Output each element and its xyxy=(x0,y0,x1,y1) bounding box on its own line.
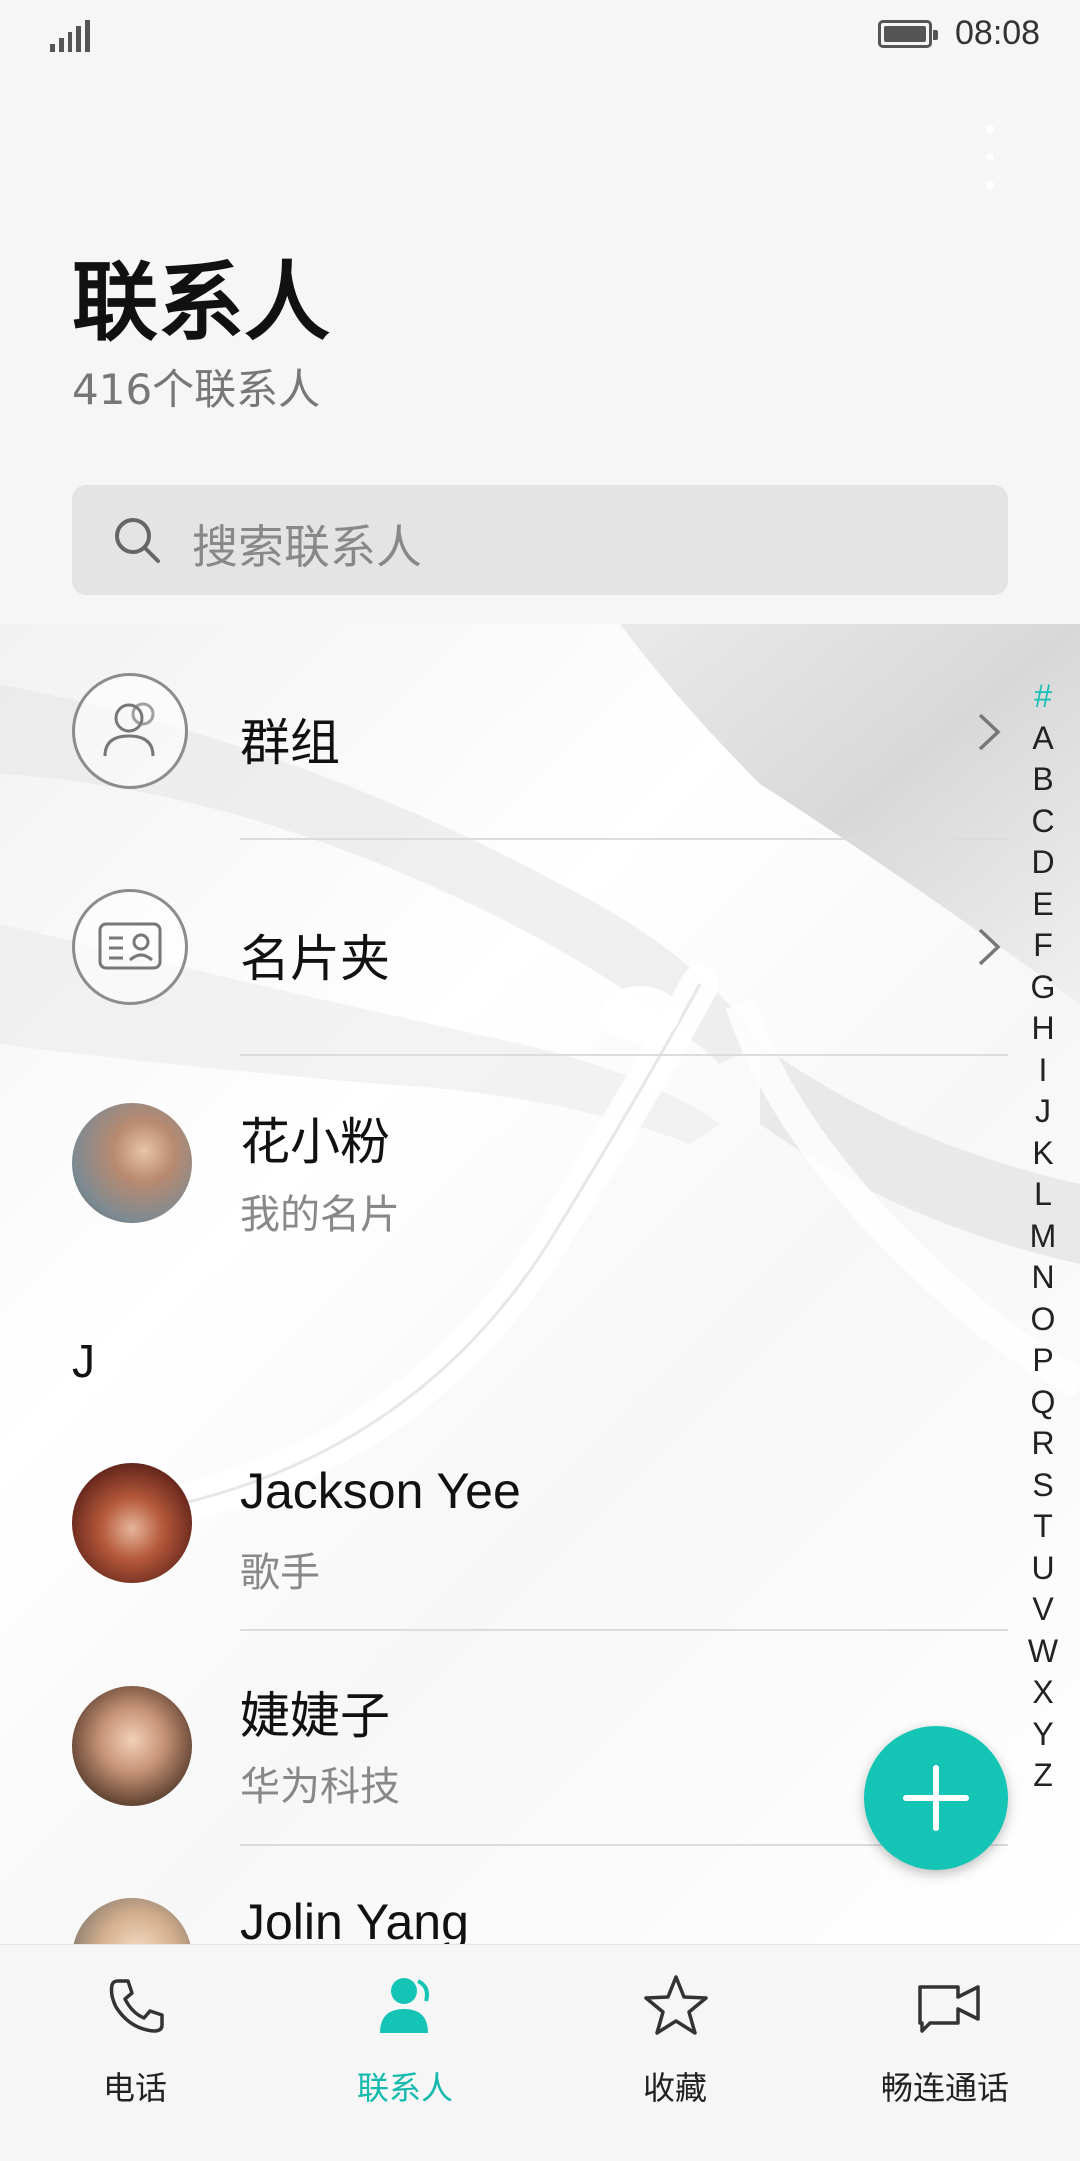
alphabet-index-letter[interactable]: D xyxy=(1031,842,1054,884)
alphabet-index-letter[interactable]: O xyxy=(1031,1299,1056,1341)
alphabet-index-letter[interactable]: A xyxy=(1032,718,1053,760)
battery-icon xyxy=(878,20,938,48)
alphabet-index-letter[interactable]: S xyxy=(1032,1465,1053,1507)
video-call-icon xyxy=(918,1985,980,2033)
signal-icon xyxy=(50,20,90,52)
my-card-label: 我的名片 xyxy=(240,1192,400,1238)
alphabet-index-letter[interactable]: H xyxy=(1031,1008,1054,1050)
alphabet-index-letter[interactable]: Z xyxy=(1033,1755,1053,1797)
alphabet-index-letter[interactable]: Q xyxy=(1031,1382,1056,1424)
groups-icon xyxy=(72,673,188,789)
star-icon xyxy=(644,1975,708,2035)
contact-subtitle: 华为科技 xyxy=(240,1764,400,1810)
avatar xyxy=(72,1103,192,1223)
alphabet-index-letter[interactable]: N xyxy=(1031,1257,1054,1299)
groups-label: 群组 xyxy=(240,714,340,772)
contact-name: 婕婕子 xyxy=(240,1687,390,1745)
contact-name: Jackson Yee xyxy=(240,1463,521,1519)
section-header-letter: J xyxy=(72,1335,95,1387)
contact-name: Jolin Yang xyxy=(240,1894,469,1950)
tab-video-call[interactable]: 畅连通话 xyxy=(810,1945,1080,2161)
contact-count: 416个联系人 xyxy=(72,365,321,414)
business-card-icon xyxy=(72,889,188,1005)
alphabet-index-letter[interactable]: C xyxy=(1031,801,1054,843)
add-contact-button[interactable] xyxy=(864,1726,1008,1870)
alphabet-index-letter[interactable]: G xyxy=(1031,967,1056,1009)
alphabet-index-letter[interactable]: J xyxy=(1035,1091,1051,1133)
alphabet-index-letter[interactable]: B xyxy=(1032,759,1053,801)
alphabet-index-letter[interactable]: P xyxy=(1032,1340,1053,1382)
alphabet-index-letter[interactable]: R xyxy=(1031,1423,1054,1465)
avatar xyxy=(72,1463,192,1583)
alphabet-index-letter[interactable]: I xyxy=(1039,1050,1048,1092)
chevron-right-icon xyxy=(978,928,1001,966)
alphabet-index-letter[interactable]: F xyxy=(1033,925,1053,967)
more-options-icon[interactable] xyxy=(982,125,998,189)
plus-icon xyxy=(903,1765,969,1831)
alphabet-index-letter[interactable]: K xyxy=(1032,1133,1053,1175)
chevron-right-icon xyxy=(978,713,1001,751)
page-title: 联系人 xyxy=(72,253,330,353)
alphabet-index-letter[interactable]: U xyxy=(1031,1548,1054,1590)
divider xyxy=(240,838,1008,840)
tab-favorites-label: 收藏 xyxy=(642,2069,707,2107)
alphabet-index-letter[interactable]: E xyxy=(1032,884,1053,926)
search-icon xyxy=(115,518,160,563)
status-time: 08:08 xyxy=(955,14,1041,52)
alphabet-index-letter[interactable]: T xyxy=(1033,1506,1053,1548)
tab-contacts-label: 联系人 xyxy=(356,2069,453,2107)
alphabet-index-letter[interactable]: # xyxy=(1034,676,1052,718)
alphabet-index-letter[interactable]: Y xyxy=(1032,1714,1053,1756)
alphabet-index-letter[interactable]: L xyxy=(1034,1174,1052,1216)
avatar xyxy=(72,1686,192,1806)
business-cards-label: 名片夹 xyxy=(240,930,390,988)
status-bar: 08:08 xyxy=(0,0,1080,72)
search-bar[interactable]: 搜索联系人 xyxy=(72,485,1008,595)
alphabet-index-letter[interactable]: M xyxy=(1030,1216,1057,1258)
my-name: 花小粉 xyxy=(240,1113,390,1171)
contacts-icon xyxy=(380,1978,429,2033)
alphabet-index-letter[interactable]: W xyxy=(1028,1631,1058,1673)
divider xyxy=(240,1629,1008,1631)
tab-contacts[interactable]: 联系人 xyxy=(270,1945,540,2161)
alphabet-index-letter[interactable]: X xyxy=(1032,1672,1053,1714)
search-input[interactable]: 搜索联系人 xyxy=(192,511,422,577)
tab-phone-label: 电话 xyxy=(102,2069,167,2107)
contact-subtitle: 歌手 xyxy=(240,1550,320,1596)
divider xyxy=(240,1054,1008,1056)
tab-phone[interactable]: 电话 xyxy=(0,1945,270,2161)
alphabet-index-letter[interactable]: V xyxy=(1032,1589,1053,1631)
alphabet-index[interactable]: # A B C D E F G H I J K L M N O P Q R S T U V W X Y Z xyxy=(1026,676,1060,1797)
tab-favorites[interactable]: 收藏 xyxy=(540,1945,810,2161)
bottom-navigation: 电话 联系人 收藏 畅连通话 xyxy=(0,1944,1080,2161)
tab-video-call-label: 畅连通话 xyxy=(880,2069,1009,2107)
phone-icon xyxy=(109,1979,164,2033)
